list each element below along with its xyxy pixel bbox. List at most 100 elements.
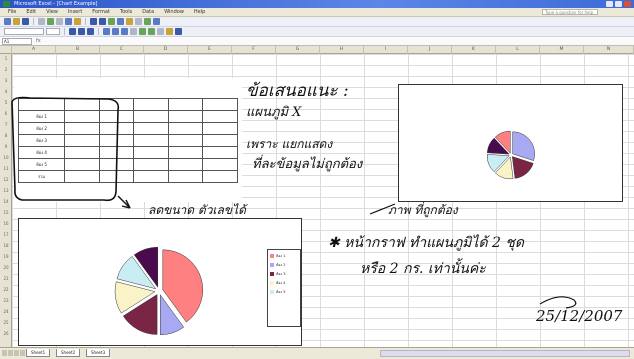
table-header-cell[interactable] [18,98,65,111]
row-header[interactable]: 3 [0,78,12,83]
table-cell[interactable] [98,158,135,171]
table-cell[interactable] [167,110,204,123]
row-header[interactable]: 20 [0,265,12,270]
column-header[interactable]: B [56,46,100,54]
underline-icon[interactable] [87,28,94,35]
table-cell[interactable] [64,122,100,135]
table-cell[interactable] [133,134,169,147]
row-header[interactable]: 23 [0,298,12,303]
table-cell[interactable] [202,110,238,123]
menu-tools[interactable]: Tools [120,9,132,15]
font-name-select[interactable] [4,28,44,35]
align-right-icon[interactable] [121,28,128,35]
paste-icon[interactable] [74,18,81,25]
table-cell[interactable] [64,134,100,147]
table-cell[interactable] [98,170,135,183]
menu-format[interactable]: Format [92,9,110,15]
table-cell[interactable] [98,122,135,135]
row-header[interactable]: 17 [0,232,12,237]
redo-icon[interactable] [99,18,106,25]
table-cell[interactable] [64,158,100,171]
percent-icon[interactable] [148,28,155,35]
font-size-select[interactable] [46,28,60,35]
help-search-input[interactable]: Type a question for help [542,9,598,15]
minimize-icon[interactable] [606,1,613,7]
column-header[interactable]: C [100,46,144,54]
column-header[interactable]: I [364,46,408,54]
row-header[interactable]: 15 [0,210,12,215]
font-color-icon[interactable] [175,28,182,35]
row-header[interactable]: 5 [0,100,12,105]
row-header[interactable]: 24 [0,309,12,314]
zoom-icon[interactable] [144,18,151,25]
row-header[interactable]: 4 [0,89,12,94]
row-header[interactable]: 26 [0,331,12,336]
column-header[interactable]: M [540,46,584,54]
column-header[interactable]: K [452,46,496,54]
select-all-corner[interactable] [0,46,12,54]
row-label-cell[interactable]: ห้อง 1 [18,110,65,123]
row-header[interactable]: 7 [0,122,12,127]
row-header[interactable]: 11 [0,166,12,171]
table-cell[interactable] [133,122,169,135]
row-header[interactable]: 21 [0,276,12,281]
spell-check-icon[interactable] [47,18,54,25]
row-label-cell[interactable]: ห้อง 5 [18,158,65,171]
table-cell[interactable] [167,170,204,183]
prev-sheet-icon[interactable] [8,350,13,356]
row-header[interactable]: 8 [0,133,12,138]
table-cell[interactable] [202,122,238,135]
table-cell[interactable] [64,110,100,123]
table-header-cell[interactable] [202,98,238,111]
save-icon[interactable] [22,18,29,25]
column-header[interactable]: D [144,46,188,54]
chart-wizard-icon[interactable] [126,18,133,25]
row-header[interactable]: 19 [0,254,12,259]
table-cell[interactable] [98,134,135,147]
sheet-tab[interactable]: Sheet2 [56,349,81,357]
table-cell[interactable] [64,170,100,183]
row-header[interactable]: 9 [0,144,12,149]
row-header[interactable]: 10 [0,155,12,160]
table-header-cell[interactable] [64,98,100,111]
menu-file[interactable]: File [8,9,16,15]
help-icon[interactable] [153,18,160,25]
table-cell[interactable] [133,146,169,159]
align-center-icon[interactable] [112,28,119,35]
menu-help[interactable]: Help [194,9,205,15]
menu-view[interactable]: View [46,9,58,15]
column-header[interactable]: F [232,46,276,54]
chart-legend[interactable]: ห้อง 1 ห้อง 2 ห้อง 3 ห้อง 4 ห้อง 5 [267,249,301,327]
menu-edit[interactable]: Edit [26,9,36,15]
row-header[interactable]: 2 [0,67,12,72]
table-cell[interactable] [202,158,238,171]
table-cell[interactable] [98,110,135,123]
column-header[interactable]: A [12,46,56,54]
next-sheet-icon[interactable] [14,350,19,356]
undo-icon[interactable] [90,18,97,25]
row-header[interactable]: 12 [0,177,12,182]
row-header[interactable]: 16 [0,221,12,226]
print-icon[interactable] [38,18,45,25]
table-cell[interactable] [133,110,169,123]
row-header[interactable]: 22 [0,287,12,292]
pie-chart-small[interactable] [398,84,623,202]
horizontal-scrollbar[interactable] [380,350,630,357]
fill-color-icon[interactable] [166,28,173,35]
maximize-icon[interactable] [615,1,622,7]
open-icon[interactable] [13,18,20,25]
row-header[interactable]: 6 [0,111,12,116]
close-icon[interactable] [624,1,631,7]
table-cell[interactable] [98,146,135,159]
menu-window[interactable]: Window [164,9,184,15]
row-header[interactable]: 18 [0,243,12,248]
row-label-cell[interactable]: ห้อง 3 [18,134,65,147]
name-box[interactable]: A1 [2,38,32,45]
currency-icon[interactable] [139,28,146,35]
column-header[interactable]: H [320,46,364,54]
italic-icon[interactable] [78,28,85,35]
new-icon[interactable] [4,18,11,25]
row-header[interactable]: 1 [0,56,12,61]
table-header-cell[interactable] [167,98,204,111]
row-header[interactable]: 25 [0,320,12,325]
